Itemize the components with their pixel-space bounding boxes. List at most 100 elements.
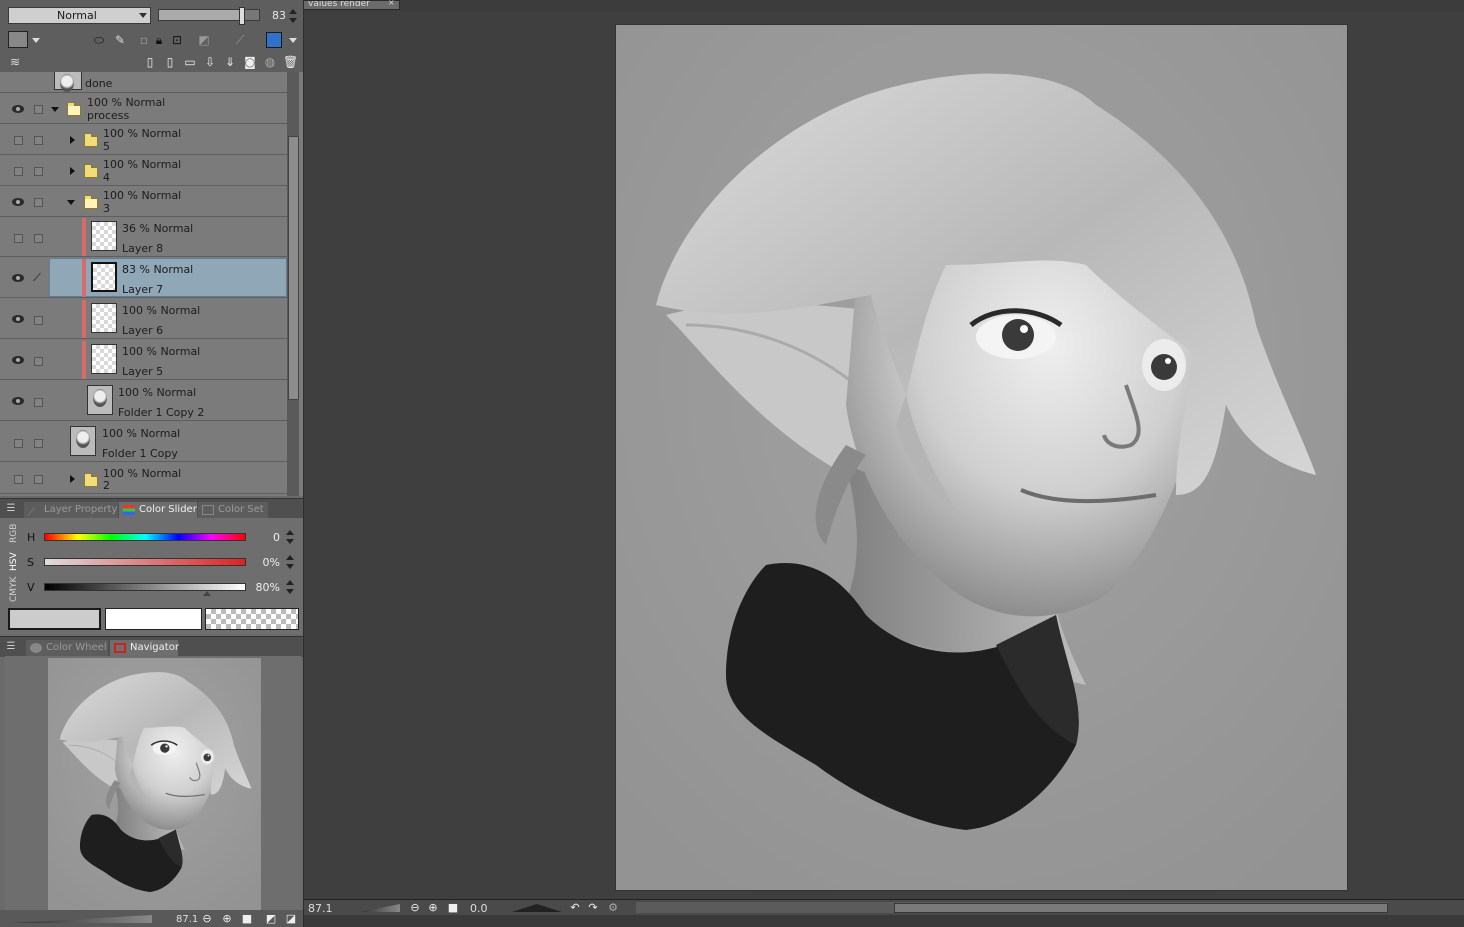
layer-list-scrollbar[interactable] bbox=[287, 72, 299, 496]
edit-lock-checkbox[interactable] bbox=[34, 439, 43, 448]
scrollbar-thumb[interactable] bbox=[288, 136, 299, 400]
saturation-spinner-icon[interactable] bbox=[286, 555, 294, 569]
layer-row[interactable]: 100 % Normal 2 bbox=[0, 463, 287, 494]
opacity-slider[interactable] bbox=[158, 7, 260, 25]
layer-row[interactable]: 100 % Normal 4 bbox=[0, 155, 287, 186]
reset-rotation-icon[interactable]: ⚙ bbox=[606, 901, 620, 915]
value-spinner-icon[interactable] bbox=[286, 580, 294, 594]
new-vector-layer-icon[interactable]: ▯ bbox=[163, 55, 177, 69]
tab-color-set[interactable]: Color Set bbox=[198, 502, 268, 518]
value-slider[interactable] bbox=[44, 583, 246, 591]
chevron-down-icon[interactable] bbox=[51, 107, 59, 112]
zoom-in-icon[interactable]: ⊕ bbox=[426, 901, 440, 915]
saturation-slider[interactable] bbox=[44, 558, 246, 566]
layer-row[interactable]: 100 % Normal 3 bbox=[0, 186, 287, 217]
layer-row-selected[interactable]: ⟋ 83 % Normal Layer 7 bbox=[0, 258, 287, 298]
canvas[interactable] bbox=[615, 24, 1348, 891]
ruler-icon[interactable]: ⟋ bbox=[233, 33, 247, 47]
layer-row[interactable]: 100 % Normal process bbox=[0, 93, 287, 124]
chevron-right-icon[interactable] bbox=[70, 475, 75, 483]
chevron-down-icon[interactable] bbox=[67, 200, 75, 205]
eye-icon[interactable] bbox=[12, 397, 24, 405]
tab-color-slider[interactable]: Color Slider bbox=[119, 502, 197, 518]
chevron-down-icon[interactable] bbox=[32, 38, 40, 43]
edit-lock-checkbox[interactable] bbox=[34, 136, 43, 145]
fit-icon[interactable]: ■ bbox=[446, 901, 460, 915]
main-color-swatch[interactable] bbox=[8, 608, 101, 630]
navigator-zoom-slider[interactable] bbox=[12, 915, 152, 923]
transparent-color-swatch[interactable] bbox=[205, 608, 299, 630]
edit-lock-checkbox[interactable] bbox=[34, 316, 43, 325]
transfer-down-icon[interactable]: ⇩ bbox=[203, 55, 217, 69]
layer-row[interactable]: 100 % Normal Layer 5 bbox=[0, 340, 287, 380]
mask-icon[interactable]: ◩ bbox=[197, 33, 211, 47]
trash-icon[interactable]: 🗑︎ bbox=[283, 55, 298, 69]
flip-vertical-icon[interactable]: ◪ bbox=[284, 912, 298, 926]
merge-down-icon[interactable]: ⇓ bbox=[223, 55, 237, 69]
document-tab[interactable]: values render bbox=[303, 0, 400, 10]
eye-icon[interactable] bbox=[12, 198, 24, 206]
edit-lock-checkbox[interactable] bbox=[34, 475, 43, 484]
create-mask-icon[interactable]: ◙ bbox=[243, 55, 257, 69]
mode-tab-hsv[interactable]: HSV bbox=[9, 549, 23, 575]
edit-lock-checkbox[interactable] bbox=[34, 198, 43, 207]
new-raster-layer-icon[interactable]: ▯ bbox=[143, 55, 157, 69]
tab-layer-property[interactable]: ⟋ Layer Property bbox=[24, 502, 118, 518]
apply-mask-icon[interactable]: ◍ bbox=[263, 55, 277, 69]
blend-mode-select[interactable]: Normal bbox=[8, 7, 151, 24]
mode-tab-rgb[interactable]: RGB bbox=[9, 522, 23, 544]
navigator-preview[interactable] bbox=[48, 658, 261, 910]
menu-icon[interactable]: ☰ bbox=[4, 640, 18, 654]
menu-icon[interactable]: ☰ bbox=[4, 502, 18, 516]
horizontal-scrollbar[interactable] bbox=[636, 902, 1388, 913]
hue-slider[interactable] bbox=[44, 533, 246, 541]
layer-row[interactable]: 36 % Normal Layer 8 bbox=[0, 217, 287, 257]
color-expression-button[interactable] bbox=[8, 31, 28, 48]
rotate-right-icon[interactable]: ↷ bbox=[586, 901, 600, 915]
reference-layer-icon[interactable]: ⬭ bbox=[92, 33, 106, 47]
edit-lock-checkbox[interactable] bbox=[34, 167, 43, 176]
draft-layer-icon[interactable]: ✎ bbox=[113, 33, 127, 47]
edit-lock-checkbox[interactable] bbox=[34, 357, 43, 366]
sub-color-swatch[interactable] bbox=[105, 608, 202, 630]
layer-row[interactable]: 100 % Normal Folder 1 Copy bbox=[0, 422, 287, 462]
layer-row[interactable]: done bbox=[0, 72, 287, 93]
visibility-checkbox[interactable] bbox=[14, 439, 23, 448]
edit-lock-checkbox[interactable] bbox=[34, 398, 43, 407]
hue-spinner-icon[interactable] bbox=[286, 530, 294, 544]
edit-lock-checkbox[interactable] bbox=[34, 105, 43, 114]
visibility-checkbox[interactable] bbox=[14, 136, 23, 145]
fit-icon[interactable]: ■ bbox=[240, 912, 254, 926]
eye-icon[interactable] bbox=[12, 105, 24, 113]
clip-icon[interactable]: ▫ bbox=[137, 33, 151, 47]
zoom-out-icon[interactable]: ⊖ bbox=[408, 901, 422, 915]
close-icon[interactable]: × bbox=[388, 0, 396, 7]
opacity-slider-handle[interactable] bbox=[239, 7, 245, 25]
zoom-in-icon[interactable]: ⊕ bbox=[220, 912, 234, 926]
layer-row[interactable]: 100 % Normal 5 bbox=[0, 124, 287, 155]
layer-color-icon[interactable] bbox=[266, 32, 282, 48]
visibility-checkbox[interactable] bbox=[14, 234, 23, 243]
chevron-right-icon[interactable] bbox=[70, 167, 75, 175]
chevron-right-icon[interactable] bbox=[70, 136, 75, 144]
lock-icon[interactable]: 🔒︎ bbox=[152, 33, 166, 47]
zoom-out-icon[interactable]: ⊖ bbox=[200, 912, 214, 926]
chevron-down-icon[interactable] bbox=[289, 38, 297, 43]
rotate-left-icon[interactable]: ↶ bbox=[568, 901, 582, 915]
edit-lock-checkbox[interactable] bbox=[34, 234, 43, 243]
layer-row[interactable]: 100 % Normal Layer 6 bbox=[0, 299, 287, 339]
rotation-slider[interactable] bbox=[512, 904, 562, 912]
opacity-spinner-icon[interactable] bbox=[289, 9, 297, 23]
visibility-checkbox[interactable] bbox=[14, 475, 23, 484]
eye-icon[interactable] bbox=[12, 315, 24, 323]
tab-navigator[interactable]: Navigator bbox=[110, 640, 179, 656]
lock-transparency-icon[interactable]: ⊡ bbox=[170, 33, 184, 47]
tab-color-wheel[interactable]: Color Wheel bbox=[26, 640, 108, 656]
new-folder-icon[interactable]: ▭ bbox=[183, 55, 197, 69]
zoom-slider[interactable] bbox=[360, 904, 400, 912]
layer-row[interactable]: 100 % Normal Folder 1 Copy 2 bbox=[0, 381, 287, 421]
value-slider-handle[interactable] bbox=[203, 591, 211, 596]
eye-icon[interactable] bbox=[12, 356, 24, 364]
eye-icon[interactable] bbox=[12, 274, 24, 282]
scrollbar-thumb[interactable] bbox=[894, 903, 1388, 913]
